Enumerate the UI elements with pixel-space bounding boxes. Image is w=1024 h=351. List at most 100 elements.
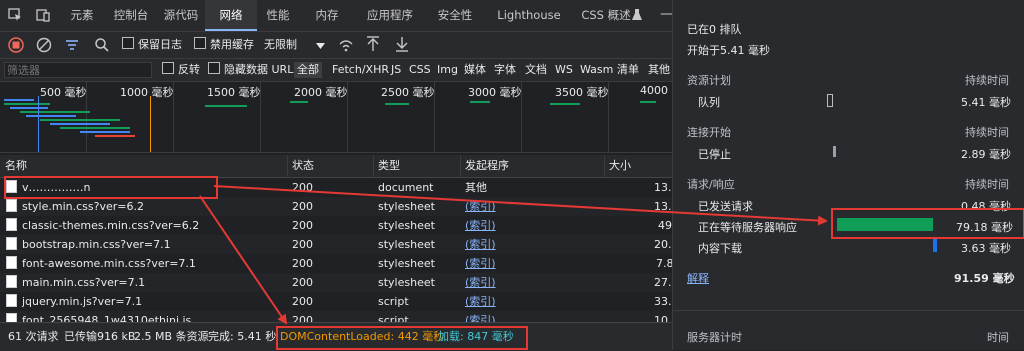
request-initiator[interactable]: (索引) xyxy=(465,311,496,322)
filter-icon[interactable] xyxy=(64,37,80,53)
download-label: 内容下载 xyxy=(698,242,742,255)
request-name: jquery.min.js?ver=7.1 xyxy=(6,292,142,311)
divider xyxy=(673,310,1024,311)
file-icon xyxy=(6,294,17,307)
finish-time: 完成: 5.41 秒 xyxy=(208,330,277,343)
record-stop-icon[interactable] xyxy=(8,37,24,53)
transferred-size: 已传输916 kB xyxy=(64,330,136,343)
duration-header: 持续时间 xyxy=(965,178,1009,191)
tab-css-overview[interactable]: CSS 概述 xyxy=(578,0,634,31)
waiting-label: 正在等待服务器响应 xyxy=(698,221,797,234)
time-header: 时间 xyxy=(987,331,1009,344)
request-name: main.min.css?ver=7.1 xyxy=(6,273,145,292)
preserve-log-check[interactable] xyxy=(122,37,134,49)
tab-lighthouse[interactable]: Lighthouse xyxy=(494,0,564,31)
invert-check[interactable] xyxy=(162,62,174,74)
type-filter-font[interactable]: 字体 xyxy=(494,62,516,78)
disable-cache-check[interactable] xyxy=(194,37,206,49)
request-sent-label: 已发送请求 xyxy=(698,200,753,213)
disable-cache-checkbox[interactable]: 禁用缓存 xyxy=(194,36,254,54)
queued-at: 已在0 排队 xyxy=(687,23,742,36)
request-initiator[interactable]: (索引) xyxy=(465,273,496,292)
request-initiator[interactable]: (索引) xyxy=(465,216,496,235)
column-size[interactable]: 大小 xyxy=(609,155,631,177)
column-type[interactable]: 类型 xyxy=(378,155,400,177)
tab-performance[interactable]: 性能 xyxy=(259,0,297,31)
request-status: 200 xyxy=(292,314,313,322)
column-initiator[interactable]: 发起程序 xyxy=(465,155,509,177)
type-filter-fetch-xhr[interactable]: Fetch/XHR xyxy=(332,62,389,78)
request-initiator[interactable]: (索引) xyxy=(465,197,496,216)
network-conditions-icon[interactable] xyxy=(338,38,354,52)
request-type: document xyxy=(378,181,434,194)
throttling-value: 无限制 xyxy=(264,38,297,51)
clear-icon[interactable] xyxy=(36,37,52,53)
table-row[interactable]: font-awesome.min.css?ver=7.1 200 stylesh… xyxy=(0,254,674,273)
preserve-log-checkbox[interactable]: 保留日志 xyxy=(122,36,182,54)
table-row[interactable]: main.min.css?ver=7.1 200 stylesheet (索引)… xyxy=(0,273,679,292)
overview-waterfall xyxy=(4,96,656,152)
tab-elements[interactable]: 元素 xyxy=(60,0,104,31)
device-toolbar-icon[interactable] xyxy=(36,8,50,22)
inspect-element-icon[interactable] xyxy=(8,8,22,22)
type-filter-img[interactable]: Img xyxy=(437,62,458,78)
section-resource-scheduling: 资源计划 xyxy=(687,74,731,87)
type-filter-all[interactable]: 全部 xyxy=(294,62,322,78)
type-filter-doc[interactable]: 文档 xyxy=(525,62,547,78)
started-at: 开始于5.41 毫秒 xyxy=(687,44,770,57)
disable-cache-label: 禁用缓存 xyxy=(210,38,254,51)
request-initiator[interactable]: (索引) xyxy=(465,292,496,311)
tab-security[interactable]: 安全性 xyxy=(430,0,480,31)
request-initiator[interactable]: (索引) xyxy=(465,235,496,254)
chevron-down-icon[interactable] xyxy=(316,43,325,49)
table-row[interactable]: font_2565948_1w4310ethini.js 200 script … xyxy=(0,311,672,322)
type-filter-js[interactable]: JS xyxy=(391,62,401,78)
preserve-log-label: 保留日志 xyxy=(138,38,182,51)
type-filter-ws[interactable]: WS xyxy=(555,62,573,78)
request-name: bootstrap.min.css?ver=7.1 xyxy=(6,235,171,254)
column-status[interactable]: 状态 xyxy=(292,155,314,177)
request-status: 200 xyxy=(292,219,313,232)
devtools-tabbar: 元素 控制台 源代码 网络 性能 内存 应用程序 安全性 Lighthouse … xyxy=(0,0,674,32)
timing-panel: 已在0 排队 开始于5.41 毫秒 资源计划 持续时间 队列 5.41 毫秒 连… xyxy=(672,0,1024,350)
table-row[interactable]: classic-themes.min.css?ver=6.2 200 style… xyxy=(0,216,672,235)
export-har-icon[interactable] xyxy=(395,36,409,52)
type-filter-other[interactable]: 其他 xyxy=(648,62,670,78)
hide-data-urls-label: 隐藏数据 URL xyxy=(224,63,294,76)
filter-input[interactable] xyxy=(4,62,152,78)
stalled-value: 2.89 毫秒 xyxy=(961,148,1011,161)
type-filter-wasm[interactable]: Wasm xyxy=(580,62,613,78)
duration-header: 持续时间 xyxy=(965,126,1009,139)
hide-data-urls-check[interactable] xyxy=(208,62,220,74)
tab-network[interactable]: 网络 xyxy=(205,0,257,31)
request-count: 61 次请求 xyxy=(8,330,59,343)
hide-data-urls-checkbox[interactable]: 隐藏数据 URL xyxy=(208,62,293,78)
request-type: stylesheet xyxy=(378,200,435,213)
search-icon[interactable] xyxy=(94,37,110,53)
request-name: font-awesome.min.css?ver=7.1 xyxy=(6,254,196,273)
request-initiator[interactable]: (索引) xyxy=(465,254,496,273)
network-overview[interactable]: 500 毫秒 1000 毫秒 1500 毫秒 2000 毫秒 2500 毫秒 3… xyxy=(0,82,672,153)
tab-console[interactable]: 控制台 xyxy=(106,0,156,31)
table-row[interactable]: jquery.min.js?ver=7.1 200 script (索引) 33… xyxy=(0,292,679,311)
type-filter-css[interactable]: CSS xyxy=(409,62,431,78)
invert-label: 反转 xyxy=(178,63,200,76)
tab-application[interactable]: 应用程序 xyxy=(360,0,420,31)
type-filter-media[interactable]: 媒体 xyxy=(464,62,486,78)
requests-table-header: 名称 状态 类型 发起程序 大小 xyxy=(0,155,672,178)
import-har-icon[interactable] xyxy=(366,36,380,52)
request-status: 200 xyxy=(292,257,313,270)
file-icon xyxy=(6,218,17,231)
tab-memory[interactable]: 内存 xyxy=(305,0,349,31)
column-name[interactable]: 名称 xyxy=(5,155,27,177)
explanation-link[interactable]: 解释 xyxy=(687,270,709,286)
type-filter-manifest[interactable]: 清单 xyxy=(617,62,639,78)
table-row[interactable]: style.min.css?ver=6.2 200 stylesheet (索引… xyxy=(0,197,679,216)
section-connection-start: 连接开始 xyxy=(687,126,731,139)
tab-sources[interactable]: 源代码 xyxy=(158,0,204,31)
queueing-label: 队列 xyxy=(698,96,720,109)
invert-checkbox[interactable]: 反转 xyxy=(162,62,200,78)
throttling-select[interactable]: 无限制 xyxy=(264,36,297,54)
queueing-value: 5.41 毫秒 xyxy=(961,96,1011,109)
table-row[interactable]: bootstrap.min.css?ver=7.1 200 stylesheet… xyxy=(0,235,679,254)
